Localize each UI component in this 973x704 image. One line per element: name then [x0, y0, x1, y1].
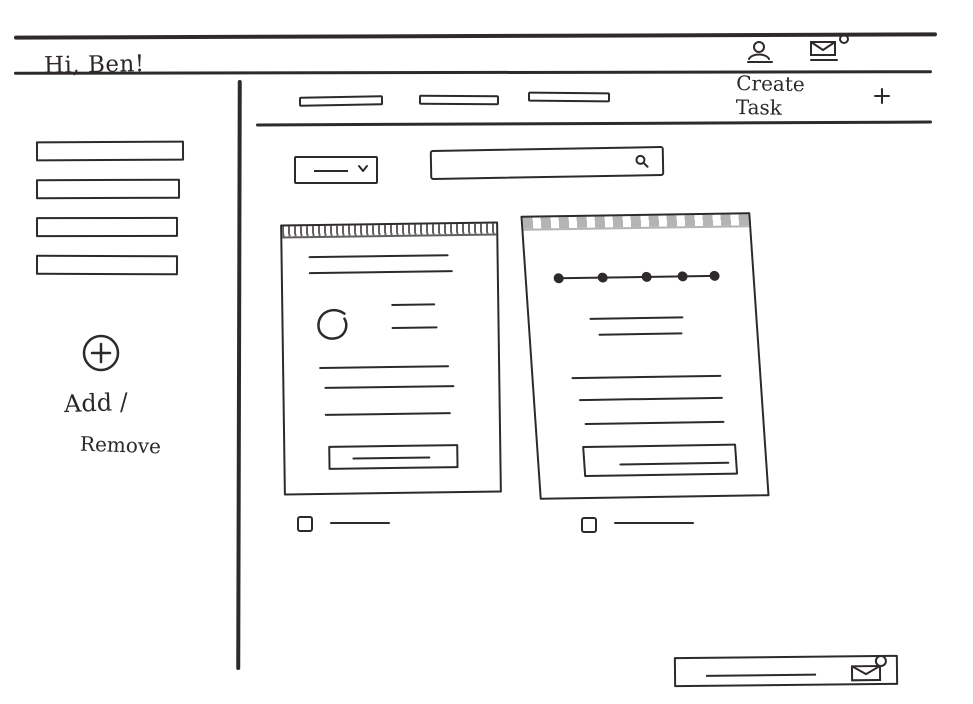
tab-2[interactable] [418, 94, 500, 106]
progress-step-dot [597, 272, 608, 283]
sidebar-item-2[interactable] [35, 178, 181, 200]
search-box [429, 145, 665, 181]
search-input[interactable] [435, 151, 625, 177]
sidebar-item-3[interactable] [35, 216, 179, 238]
message-widget-text-line [706, 673, 817, 677]
card-line [584, 420, 725, 426]
sidebar-item-1[interactable] [35, 140, 185, 162]
card-line [391, 326, 438, 329]
card-line [598, 332, 683, 336]
task-card[interactable] [520, 212, 770, 500]
card-line [319, 365, 450, 370]
card-line [391, 303, 436, 306]
card-line [324, 385, 455, 389]
content-nav-divider [255, 120, 933, 127]
task-card[interactable] [280, 221, 502, 496]
checkbox-label-line [330, 522, 390, 524]
chevron-down-icon [358, 165, 368, 172]
card-line [308, 270, 453, 275]
top-border-line [13, 32, 938, 40]
progress-step-dot [641, 271, 652, 282]
card-checkbox[interactable] [581, 517, 597, 533]
plus-icon [874, 88, 890, 104]
checkbox-label-line [614, 522, 694, 524]
mail-icon[interactable] [805, 32, 851, 66]
card-line [578, 396, 723, 402]
card-button-line [352, 456, 431, 460]
card-checkbox[interactable] [297, 516, 313, 532]
sidebar-divider-line [236, 79, 242, 671]
card-action-button[interactable] [582, 443, 739, 478]
user-icon[interactable] [742, 38, 776, 66]
filter-dropdown[interactable] [294, 156, 378, 184]
create-task-label: Create Task [735, 70, 805, 120]
message-widget[interactable] [673, 654, 899, 688]
avatar-placeholder-icon [317, 309, 348, 340]
search-icon[interactable] [634, 153, 650, 169]
mail-icon[interactable] [846, 655, 888, 683]
sidebar-item-4[interactable] [35, 254, 179, 276]
card-line [571, 374, 722, 380]
add-label: Add / [63, 387, 129, 419]
card-action-button[interactable] [328, 444, 459, 470]
card-line [308, 254, 449, 259]
tab-3[interactable] [527, 91, 611, 103]
remove-label: Remove [79, 431, 162, 459]
progress-line [556, 274, 717, 280]
progress-step-dot [709, 270, 720, 281]
card-line [324, 412, 451, 416]
tab-1[interactable] [298, 95, 384, 107]
card-header-band [282, 223, 497, 239]
card-line [589, 316, 684, 320]
add-remove-control[interactable]: Add / Remove [60, 332, 180, 462]
dropdown-selected-value [314, 170, 348, 172]
progress-step-dot [677, 271, 688, 282]
progress-step-dot [553, 273, 565, 284]
create-task-button[interactable]: Create Task [736, 71, 890, 120]
card-button-line [619, 461, 730, 466]
card-header-band [522, 214, 750, 231]
greeting-text: Hi, Ben! [43, 51, 145, 79]
plus-circle-icon [82, 334, 120, 372]
